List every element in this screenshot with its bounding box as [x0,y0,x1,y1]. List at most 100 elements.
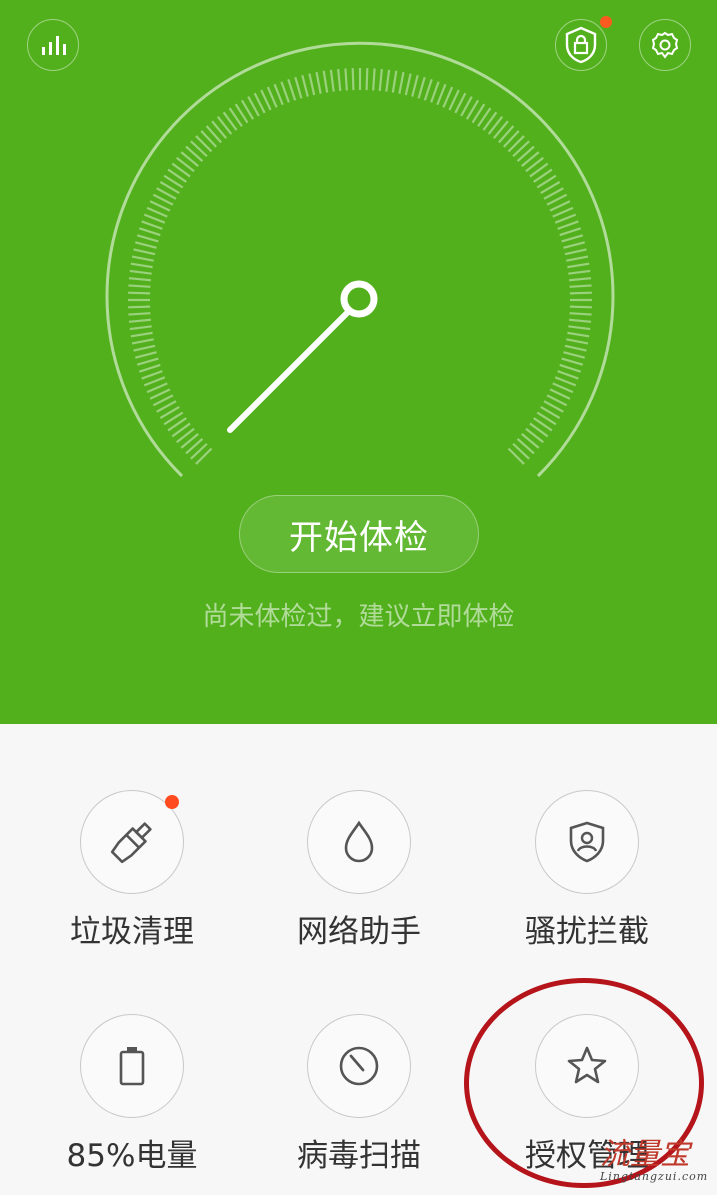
gauge-tick [287,79,297,101]
gauge-tick [564,344,587,352]
gauge-tick [365,68,369,91]
gauge-tick [128,291,151,295]
gauge-tick [436,83,447,106]
gauge-tick [554,376,577,387]
start-checkup-button[interactable]: 开始体检 [239,495,479,573]
watermark: 流量宝 Lingtangzui.com [600,1138,708,1194]
gauge-needle [227,309,351,433]
gauge-tick [128,312,151,316]
gauge-tick [568,269,591,275]
tool-virus-scan[interactable]: 病毒扫描 [259,1014,459,1176]
gauge-tick [131,255,154,262]
battery-icon [119,1047,145,1086]
gauge-tick [563,241,585,249]
gauge-tick [569,284,592,288]
tool-icon-circle[interactable] [307,790,411,894]
gauge-tick [567,262,590,269]
privacy-lock-button[interactable] [555,19,607,71]
gauge-tick [557,220,579,230]
water-drop-icon [344,820,374,863]
tool-label: 骚扰拦截 [525,914,649,950]
tool-label: 病毒扫描 [297,1138,421,1174]
gauge-tick [329,69,335,92]
gear-icon [651,31,679,59]
gauge-tick [569,305,592,309]
gauge-tick [143,376,166,387]
gauge-tick [344,68,348,91]
broom-icon [110,822,152,864]
tool-label: 垃圾清理 [70,914,194,950]
gauge-tick [391,70,398,93]
gauge-tick [322,70,329,93]
gauge-tick [129,325,152,331]
gauge-tick [337,68,342,92]
gauge-tick [557,370,579,380]
checkup-hint: 尚未体检过，建议立即体检 [202,602,515,632]
gauge-tick [563,351,585,359]
gauge-tick [128,277,152,282]
gauge-tick [561,357,584,366]
tool-junk-clean[interactable]: 垃圾清理 [32,790,232,952]
gauge-tick [141,370,163,380]
gauge-tick [273,83,284,106]
tool-icon-circle[interactable] [535,790,639,894]
gauge-tick [129,269,152,275]
tool-icon-circle[interactable] [80,790,184,894]
gauge-tick [131,338,154,345]
gauge-tick [130,262,153,269]
gauge-tick [143,213,166,224]
gauge-tick [146,382,168,394]
gauge-pivot [340,280,378,318]
tool-icon-circle[interactable] [307,1014,411,1118]
gauge-tick [568,277,592,282]
gauge-tick [146,206,168,218]
star-icon [567,1046,607,1084]
gauge-tick [280,81,290,103]
tool-label: 85%电量 [66,1138,198,1174]
gauge-tick [559,227,581,237]
gauge-tick [136,234,159,243]
gauge-tick [136,357,159,366]
gauge-tick [133,344,156,352]
gauge-outer-arc [105,41,615,478]
gauge-tick [442,86,454,108]
gauge-tick [135,351,157,359]
gauge-tick [266,86,278,108]
gauge-tick [398,71,405,94]
scan-dial-icon [339,1046,379,1086]
gauge-tick [430,81,440,103]
tool-battery[interactable]: 85%电量 [32,1014,232,1176]
gauge-tick [404,73,412,96]
gauge-tick [552,382,574,394]
gauge-tick [385,69,391,92]
gauge-ticks [128,68,592,465]
gauge-tick [566,255,589,262]
tool-icon-circle[interactable] [535,1014,639,1118]
shield-user-icon [569,821,605,863]
stats-button[interactable] [27,19,79,71]
gauge-tick [133,248,156,256]
gauge-tick [141,220,163,230]
tool-icon-circle[interactable] [80,1014,184,1118]
gauge-tick [567,331,590,338]
gauge-tick [130,331,153,338]
bar-chart-icon [42,36,66,55]
gauge-tick [569,312,592,316]
gauge-tick [423,79,433,101]
gauge-tick [135,241,157,249]
gauge-tick [568,318,592,323]
gauge-tick [552,206,574,218]
gauge-tick [411,75,419,97]
gauge-tick [128,318,152,323]
shield-lock-icon [565,26,597,64]
gauge-tick [372,68,376,91]
gauge-tick [554,213,577,224]
tool-network-assistant[interactable]: 网络助手 [259,790,459,952]
tool-harassment-block[interactable]: 骚扰拦截 [487,790,687,952]
badge-dot [165,795,179,809]
gauge-tick [351,68,355,91]
gauge-tick [568,325,591,331]
watermark-url: Lingtangzui.com [600,1170,709,1183]
gauge-tick [308,73,316,96]
settings-button[interactable] [639,19,691,71]
